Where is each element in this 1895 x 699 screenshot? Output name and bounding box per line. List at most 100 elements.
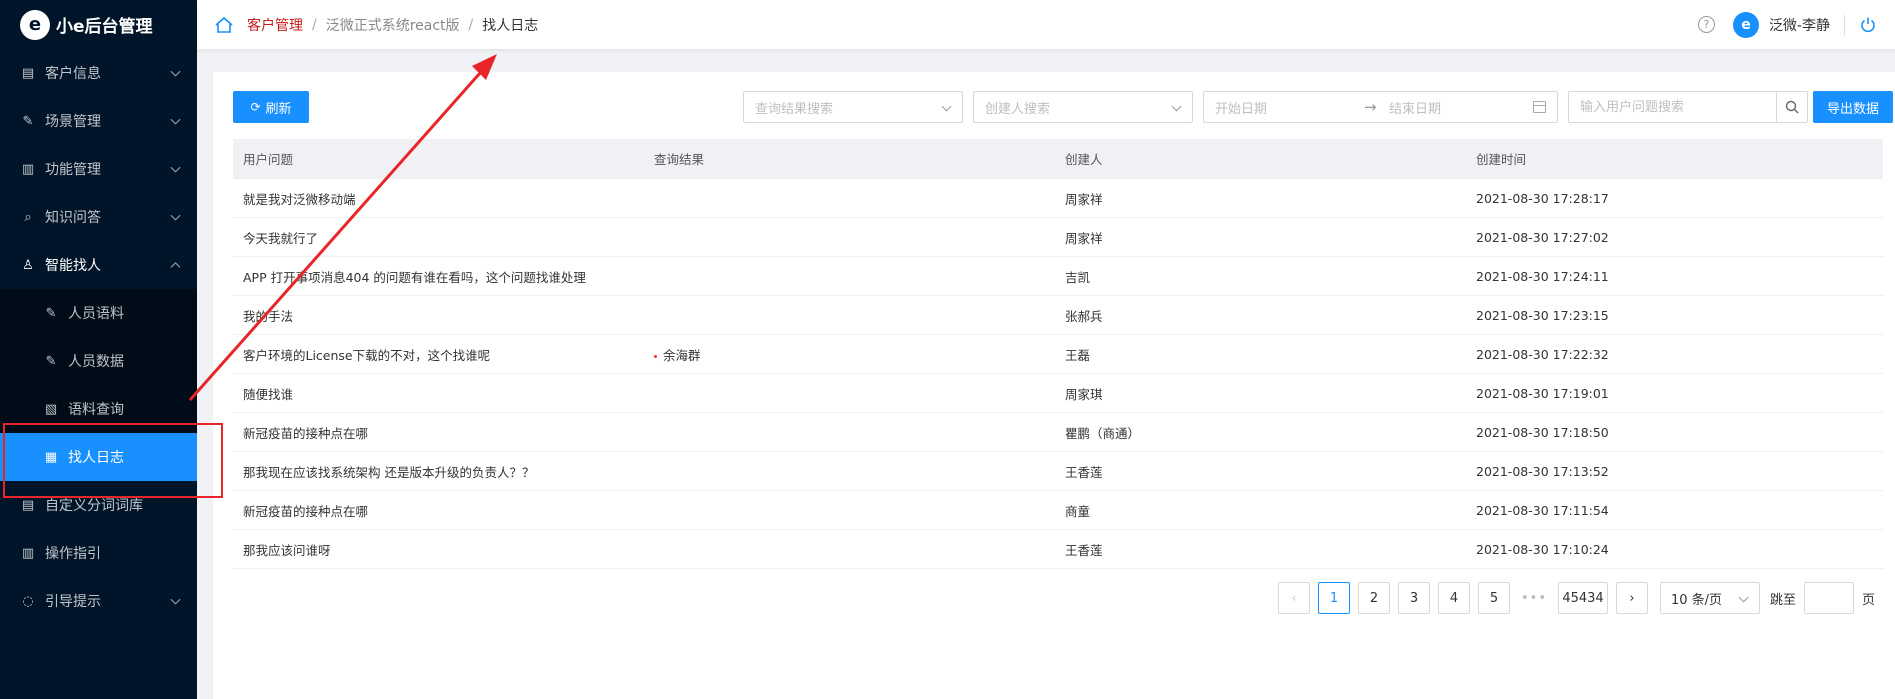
- guide-icon: ▥: [21, 545, 35, 561]
- book-icon: ▤: [21, 497, 35, 513]
- next-page-button[interactable]: ›: [1616, 582, 1648, 614]
- cell-creator: 王磊: [1065, 347, 1091, 363]
- sidebar-item-label: 客户信息: [45, 66, 101, 82]
- export-button[interactable]: 导出数据: [1813, 91, 1893, 123]
- result-search-placeholder: 查询结果搜索: [755, 101, 834, 117]
- refresh-button[interactable]: ⟳ 刷新: [233, 91, 309, 123]
- cell-creator: 王香莲: [1065, 542, 1103, 558]
- table-row[interactable]: 那我应该问谁呀 王香莲 2021-08-30 17:10:24: [233, 530, 1883, 569]
- sidebar-item-2[interactable]: ▥ 功能管理: [0, 145, 197, 193]
- page-button[interactable]: 1: [1318, 582, 1350, 614]
- sidebar-item-0[interactable]: ▤ 客户信息: [0, 49, 197, 97]
- page-button[interactable]: 3: [1398, 582, 1430, 614]
- chevron-down-icon: [1738, 592, 1749, 603]
- help-icon[interactable]: ?: [1697, 16, 1715, 33]
- app-logo[interactable]: e 小e后台管理: [0, 0, 197, 49]
- submenu-item-label: 人员语料: [68, 306, 124, 322]
- submenu-item-0[interactable]: ✎ 人员语料: [0, 289, 197, 337]
- date-arrow-icon: →: [1364, 98, 1377, 116]
- result-search-select[interactable]: 查询结果搜索: [743, 91, 963, 123]
- question-search-group: [1568, 91, 1808, 123]
- page-button[interactable]: 5: [1478, 582, 1510, 614]
- submenu-item-label: 语料查询: [68, 402, 124, 418]
- submenu-item-1[interactable]: ✎ 人员数据: [0, 337, 197, 385]
- edit-icon: ✎: [22, 113, 34, 129]
- app-title: 小e后台管理: [56, 17, 153, 37]
- top-header: 客户管理 / 泛微正式系统react版 / 找人日志 ? e 泛微-李静: [197, 0, 1895, 49]
- cell-creator: 张郝兵: [1065, 308, 1103, 324]
- table-row[interactable]: APP 打开事项消息404 的问题有谁在看吗，这个问题找谁处理 吉凯 2021-08…: [233, 257, 1883, 296]
- sidebar-item-label: 场景管理: [45, 114, 101, 130]
- table-row[interactable]: 那我现在应该找系统架构 还是版本升级的负责人？？ 王香莲 2021-08-30 17…: [233, 452, 1883, 491]
- logout-power-icon[interactable]: [1857, 14, 1879, 36]
- sidebar: e 小e后台管理 ▤ 客户信息 ✎ 场景管理 ▥ 功能管理 ⌕ 知识问答 ♙ 智能找人 ✎ 人员语料 ✎…: [0, 0, 197, 699]
- page-button[interactable]: 2: [1358, 582, 1390, 614]
- sidebar-item-6[interactable]: ▥ 操作指引: [0, 529, 197, 577]
- table-row[interactable]: 随便找谁 周家琪 2021-08-30 17:19:01: [233, 374, 1883, 413]
- cell-creator: 周家琪: [1065, 386, 1103, 402]
- cell-creator: 瞿鹏（商通）: [1065, 425, 1141, 441]
- last-page-button[interactable]: 45434: [1558, 582, 1608, 614]
- cell-time: 2021-08-30 17:22:32: [1476, 346, 1609, 362]
- cell-time: 2021-08-30 17:10:24: [1476, 541, 1609, 557]
- log-table: 用户问题 查询结果 创建人 创建时间 就是我对泛微移动端 周家祥 2021-08-3…: [233, 139, 1883, 569]
- table-row[interactable]: 新冠疫苗的接种点在哪 瞿鹏（商通） 2021-08-30 17:18:50: [233, 413, 1883, 452]
- column-header-question: 用户问题: [243, 152, 294, 167]
- page-suffix: 页: [1862, 592, 1876, 608]
- document-icon: ▤: [21, 65, 35, 81]
- cell-question: 那我应该问谁呀: [243, 542, 331, 558]
- prev-page-button[interactable]: ‹: [1278, 582, 1310, 614]
- chevron-down-icon: [170, 66, 181, 77]
- table-body: 就是我对泛微移动端 周家祥 2021-08-30 17:28:17 今天我就行了 周家祥…: [233, 179, 1883, 569]
- creator-search-placeholder: 创建人搜索: [985, 101, 1051, 117]
- avatar[interactable]: e: [1732, 11, 1759, 38]
- date-range-picker[interactable]: 开始日期 → 结束日期: [1203, 91, 1558, 123]
- page-size-select[interactable]: 10 条/页: [1660, 582, 1760, 614]
- table-row[interactable]: 就是我对泛微移动端 周家祥 2021-08-30 17:28:17: [233, 179, 1883, 218]
- question-search-input[interactable]: [1568, 91, 1776, 123]
- page-button[interactable]: 4: [1438, 582, 1470, 614]
- refresh-label: 刷新: [265, 101, 292, 117]
- user-icon: ♙: [22, 257, 34, 273]
- table-row[interactable]: 客户环境的License下载的不对，这个找谁呢 余海群 王磊 2021-08-30 1…: [233, 335, 1883, 374]
- filter-toolbar: ⟳ 刷新 查询结果搜索 创建人搜索 开始日期 → 结束日期 导出数据: [233, 91, 1895, 123]
- page-ellipsis[interactable]: •••: [1518, 591, 1550, 606]
- header-divider: [1844, 14, 1845, 35]
- chevron-down-icon: [170, 210, 181, 221]
- table-row[interactable]: 新冠疫苗的接种点在哪 商童 2021-08-30 17:11:54: [233, 491, 1883, 530]
- sidebar-menu: ▤ 客户信息 ✎ 场景管理 ▥ 功能管理 ⌕ 知识问答 ♙ 智能找人 ✎ 人员语料 ✎ 人员数据 ▧ 语料查询…: [0, 49, 197, 625]
- table-row[interactable]: 今天我就行了 周家祥 2021-08-30 17:27:02: [233, 218, 1883, 257]
- calendar-icon: [1533, 101, 1546, 113]
- start-date-input[interactable]: 开始日期: [1215, 98, 1267, 117]
- sidebar-item-7[interactable]: ◌ 引导提示: [0, 577, 197, 625]
- sidebar-item-4[interactable]: ♙ 智能找人: [0, 241, 197, 289]
- end-date-input[interactable]: 结束日期: [1389, 98, 1441, 117]
- cell-question: 客户环境的License下载的不对，这个找谁呢: [243, 347, 491, 363]
- chevron-down-icon: [1171, 101, 1182, 112]
- sidebar-item-3[interactable]: ⌕ 知识问答: [0, 193, 197, 241]
- sidebar-item-1[interactable]: ✎ 场景管理: [0, 97, 197, 145]
- creator-search-select[interactable]: 创建人搜索: [973, 91, 1193, 123]
- column-header-time: 创建时间: [1476, 152, 1527, 167]
- column-header-creator: 创建人: [1065, 152, 1103, 167]
- table-row[interactable]: 我的手法 张郝兵 2021-08-30 17:23:15: [233, 296, 1883, 335]
- breadcrumb-item-customer[interactable]: 客户管理: [247, 15, 303, 35]
- content-card: ⟳ 刷新 查询结果搜索 创建人搜索 开始日期 → 结束日期 导出数据 用户问题: [213, 72, 1895, 699]
- jump-label: 跳至: [1770, 592, 1797, 608]
- cell-question: 今天我就行了: [243, 230, 319, 246]
- chevron-down-icon: [941, 101, 952, 112]
- sidebar-item-label: 智能找人: [45, 258, 101, 274]
- username[interactable]: 泛微-李静: [1769, 15, 1830, 35]
- breadcrumb-item-system[interactable]: 泛微正式系统react版: [326, 15, 460, 35]
- cell-time: 2021-08-30 17:19:01: [1476, 385, 1609, 401]
- query-icon: ▧: [44, 401, 58, 417]
- home-icon[interactable]: [213, 14, 235, 36]
- cell-result: 余海群: [644, 345, 1055, 364]
- search-icon[interactable]: [1776, 91, 1808, 123]
- breadcrumb-separator: /: [312, 16, 317, 33]
- cell-question: 我的手法: [243, 308, 294, 324]
- jump-page-input[interactable]: [1804, 582, 1855, 614]
- sidebar-item-label: 引导提示: [45, 594, 101, 610]
- cell-result-text: 余海群: [663, 347, 701, 363]
- page-list: 12345: [1318, 582, 1518, 614]
